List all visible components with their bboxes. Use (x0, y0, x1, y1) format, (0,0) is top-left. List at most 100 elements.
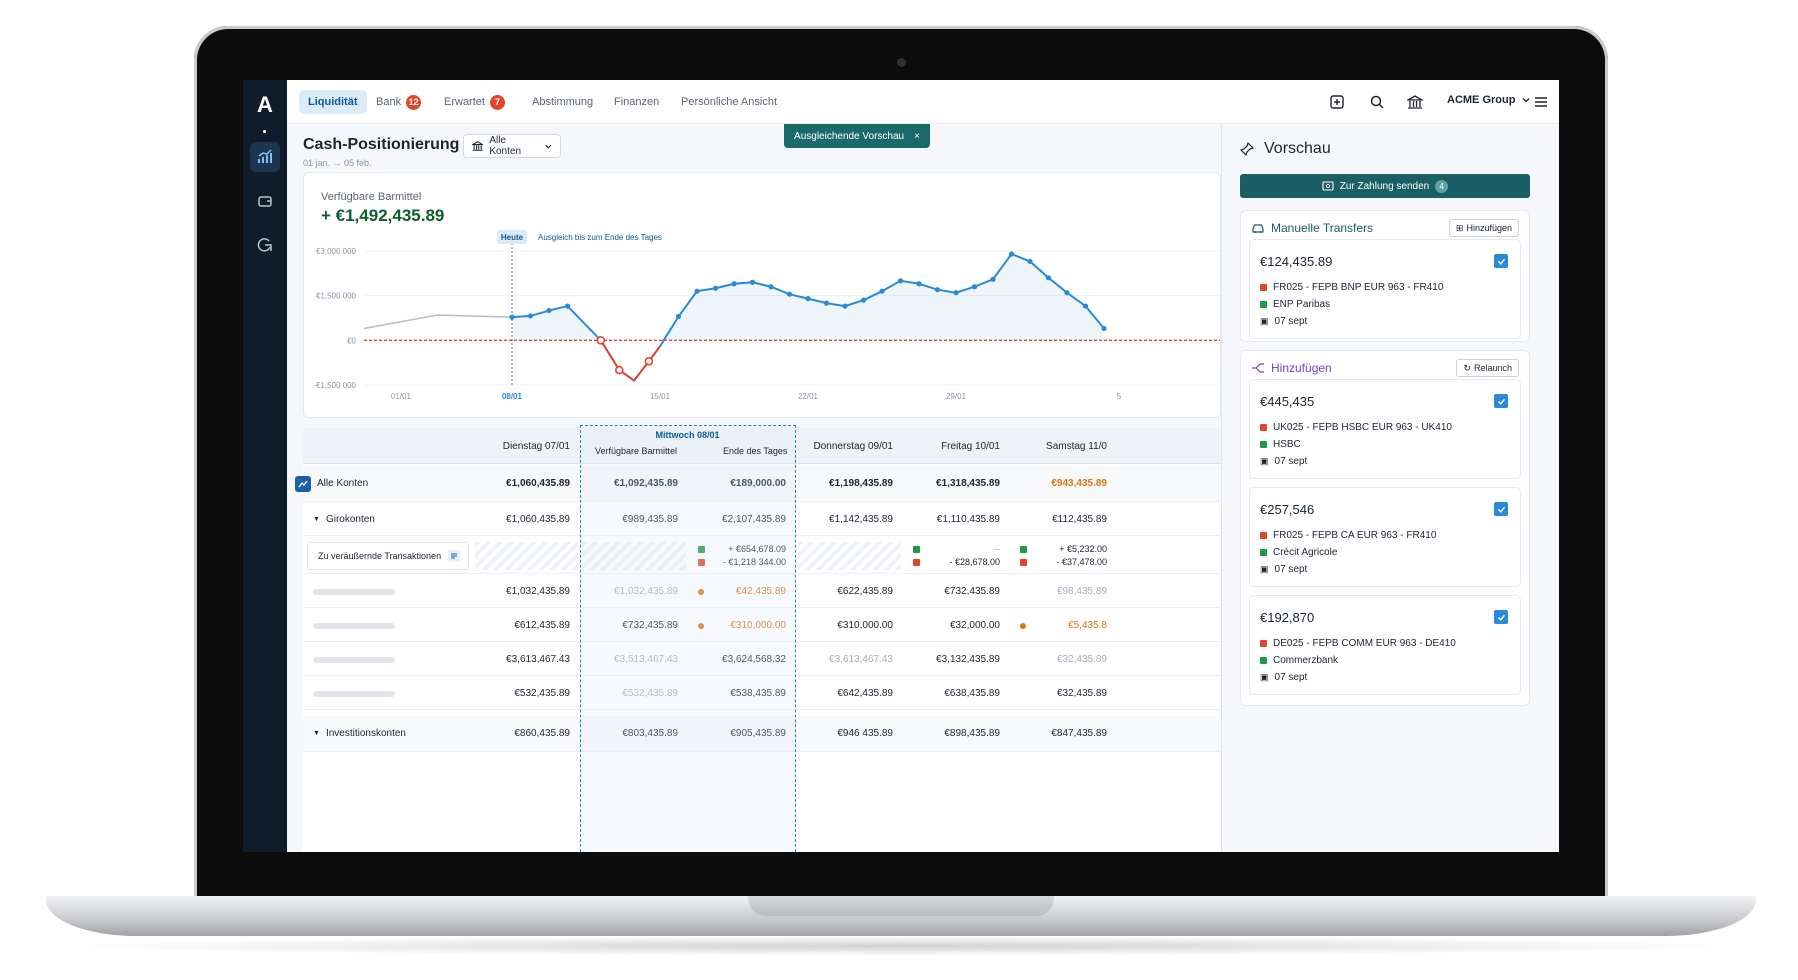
account-filter-dropdown[interactable]: Alle Konten (463, 134, 561, 158)
table-row[interactable]: €1,032,435.89 €1,032,435.89 €42,435.89 €… (303, 576, 1221, 608)
transfer-bank: Commerzbank (1260, 655, 1338, 666)
tab-label: Finanzen (614, 96, 660, 108)
cell-value: €5,435.8 (1068, 620, 1107, 631)
preview-toast[interactable]: Ausgleichende Vorschau × (784, 124, 930, 148)
add-box-icon[interactable] (1327, 92, 1347, 112)
table-cell: €989,435.89 (622, 514, 678, 525)
group-header: Hinzufügen (1251, 361, 1332, 375)
send-to-payment-button[interactable]: Zur Zahlung senden 4 (1240, 174, 1530, 198)
forecast-point (823, 300, 830, 306)
pin-icon[interactable] (1240, 142, 1254, 156)
in-icon (913, 545, 920, 553)
panel-header: Vorschau (1240, 140, 1331, 158)
x-tick-label: 22/01 (798, 392, 819, 401)
group-title: Manuelle Transfers (1271, 221, 1374, 235)
hatched-cell (798, 542, 901, 570)
tab-label: Bank (376, 96, 402, 108)
transfer-card[interactable]: €192,870 DE025 - FEPB COMM EUR 963 - DE4… (1249, 595, 1521, 695)
tab-finanzen[interactable]: Finanzen (605, 90, 668, 114)
app-logo[interactable]: A (253, 92, 277, 118)
hatched-cell (475, 542, 578, 570)
y-tick-label: €0 (347, 336, 356, 345)
calendar-icon: ▣ (1260, 564, 1269, 574)
table-cell: €905,435.89 (730, 728, 786, 739)
money-icon (1322, 181, 1334, 191)
x-tick-label: 15/01 (650, 392, 671, 401)
table-cell: €803,435.89 (622, 728, 678, 739)
date-range: 01 jan. → 05 feb. (303, 158, 372, 168)
page-title: Cash-Positionierung (303, 136, 460, 153)
table-row-girokonten[interactable]: ▼ Girokonten €1,060,435.89 €989,435.89 €2… (303, 504, 1221, 536)
bank-icon (1260, 301, 1267, 308)
table-cell: €42,435.89 (688, 576, 796, 607)
bank-text: ENP Paribas (1273, 299, 1331, 310)
y-tick-label: €1,500 000 (316, 292, 357, 301)
button-label: Hinzufügen (1466, 223, 1512, 233)
transfer-card[interactable]: €257,546 FR025 - FEPB CA EUR 963 - FR410… (1249, 487, 1521, 587)
sidebar-item-sync[interactable] (250, 230, 280, 260)
forecast-point (805, 296, 811, 302)
transfer-card[interactable]: €445,435 UK025 - FEPB HSBC EUR 963 - UK4… (1249, 379, 1521, 479)
checkbox-checked[interactable] (1494, 502, 1508, 516)
chart-toggle-icon[interactable] (295, 475, 311, 492)
table-cell: €612,435.89 (514, 620, 570, 631)
today-label: Heute (501, 233, 524, 242)
negative-point (596, 336, 606, 345)
forecast-point (509, 314, 515, 320)
tab-abstimmung[interactable]: Abstimmung (523, 90, 602, 114)
forecast-point (990, 276, 996, 282)
calendar-icon: ▣ (1260, 316, 1269, 326)
pending-out-amount: - €1,218 344.00 (722, 557, 786, 567)
table-cell: + €654,678.09 - €1,218 344.00 (688, 538, 796, 573)
table-row-investitionskonten[interactable]: ▼ Investitionskonten €860,435.89 €803,435… (303, 716, 1221, 752)
table-row[interactable]: €532,435.89 €532,435.89 €538,435.89 €642… (303, 678, 1221, 710)
bank-icon[interactable] (1405, 92, 1425, 112)
table-row-pending-transactions[interactable]: Zu veräußernde Transaktionen + €654,678.… (303, 538, 1221, 574)
checkbox-checked[interactable] (1494, 394, 1508, 408)
table-row-all-accounts[interactable]: Alle Konten €1,060,435.89 €1,092,435.89 … (295, 466, 1221, 502)
table-cell: €3,624,568.32 (722, 654, 786, 665)
table-cell: €1,092,435.89 (614, 478, 678, 489)
date-text: 07 sept (1274, 316, 1308, 327)
cell-value: €310,000.00 (730, 620, 786, 631)
laptop-notch (748, 896, 1054, 916)
tab-erwartet[interactable]: Erwartet 7 (435, 90, 514, 114)
tab-persoenliche-ansicht[interactable]: Persönliche Ansicht (672, 90, 786, 114)
table-cell: €847,435.89 (1051, 728, 1107, 739)
route-icon (1260, 640, 1267, 647)
transfer-date: ▣ 07 sept (1260, 456, 1307, 467)
transfer-card[interactable]: €124,435.89 FR025 - FEPB BNP EUR 963 - F… (1249, 239, 1521, 339)
search-icon[interactable] (1367, 92, 1387, 112)
bank-icon (1260, 441, 1267, 448)
x-tick-label: 5 (1117, 392, 1122, 401)
checkbox-checked[interactable] (1494, 254, 1508, 268)
sidebar-item-liquidity[interactable] (250, 142, 280, 172)
table-cell: €310,000.00 (688, 610, 796, 641)
group-header: Manuelle Transfers (1251, 221, 1373, 235)
caret-down-icon[interactable]: ▼ (313, 730, 320, 737)
y-tick-label: -€1,500 000 (313, 381, 356, 390)
table-cell: €1,142,435.89 (829, 514, 893, 525)
sidebar-item-wallet[interactable] (250, 186, 280, 216)
plus-box-icon: ⊞ (1455, 222, 1464, 233)
checkbox-checked[interactable] (1494, 610, 1508, 624)
send-label: Zur Zahlung senden (1339, 180, 1430, 192)
close-icon[interactable]: × (914, 131, 920, 142)
cash-line-chart[interactable]: €3,000 000 €1,500 000 €0 -€1,500 000 01/01 08… (304, 173, 1221, 418)
document-icon[interactable] (448, 550, 460, 562)
tab-bank[interactable]: Bank 12 (367, 90, 430, 114)
table-cell: €532,435.89 (622, 688, 678, 699)
org-switcher[interactable]: ACME Group (1447, 94, 1531, 106)
add-manual-button[interactable]: ⊞ Hinzufügen (1448, 219, 1519, 237)
forecast-point (712, 285, 719, 291)
menu-icon[interactable] (1531, 92, 1551, 112)
tab-liquiditaet[interactable]: Liquidität (299, 90, 367, 114)
cash-chart-card: Verfügbare Barmittel + €1,492,435.89 €3,… (303, 172, 1221, 418)
table-row[interactable]: €3,613,467.43 €3,513,467.43 €3,624,568.3… (303, 644, 1221, 676)
manual-transfers-group: Manuelle Transfers ⊞ Hinzufügen €124,435.… (1240, 210, 1530, 342)
table-row[interactable]: €612,435.89 €732,435.89 €310,000.00 €310… (303, 610, 1221, 642)
caret-down-icon[interactable]: ▼ (313, 516, 320, 523)
row-label: ▼ Girokonten (303, 504, 473, 535)
table-cell: €860,435.89 (514, 728, 570, 739)
relaunch-button[interactable]: ↻ Relaunch (1456, 359, 1519, 377)
